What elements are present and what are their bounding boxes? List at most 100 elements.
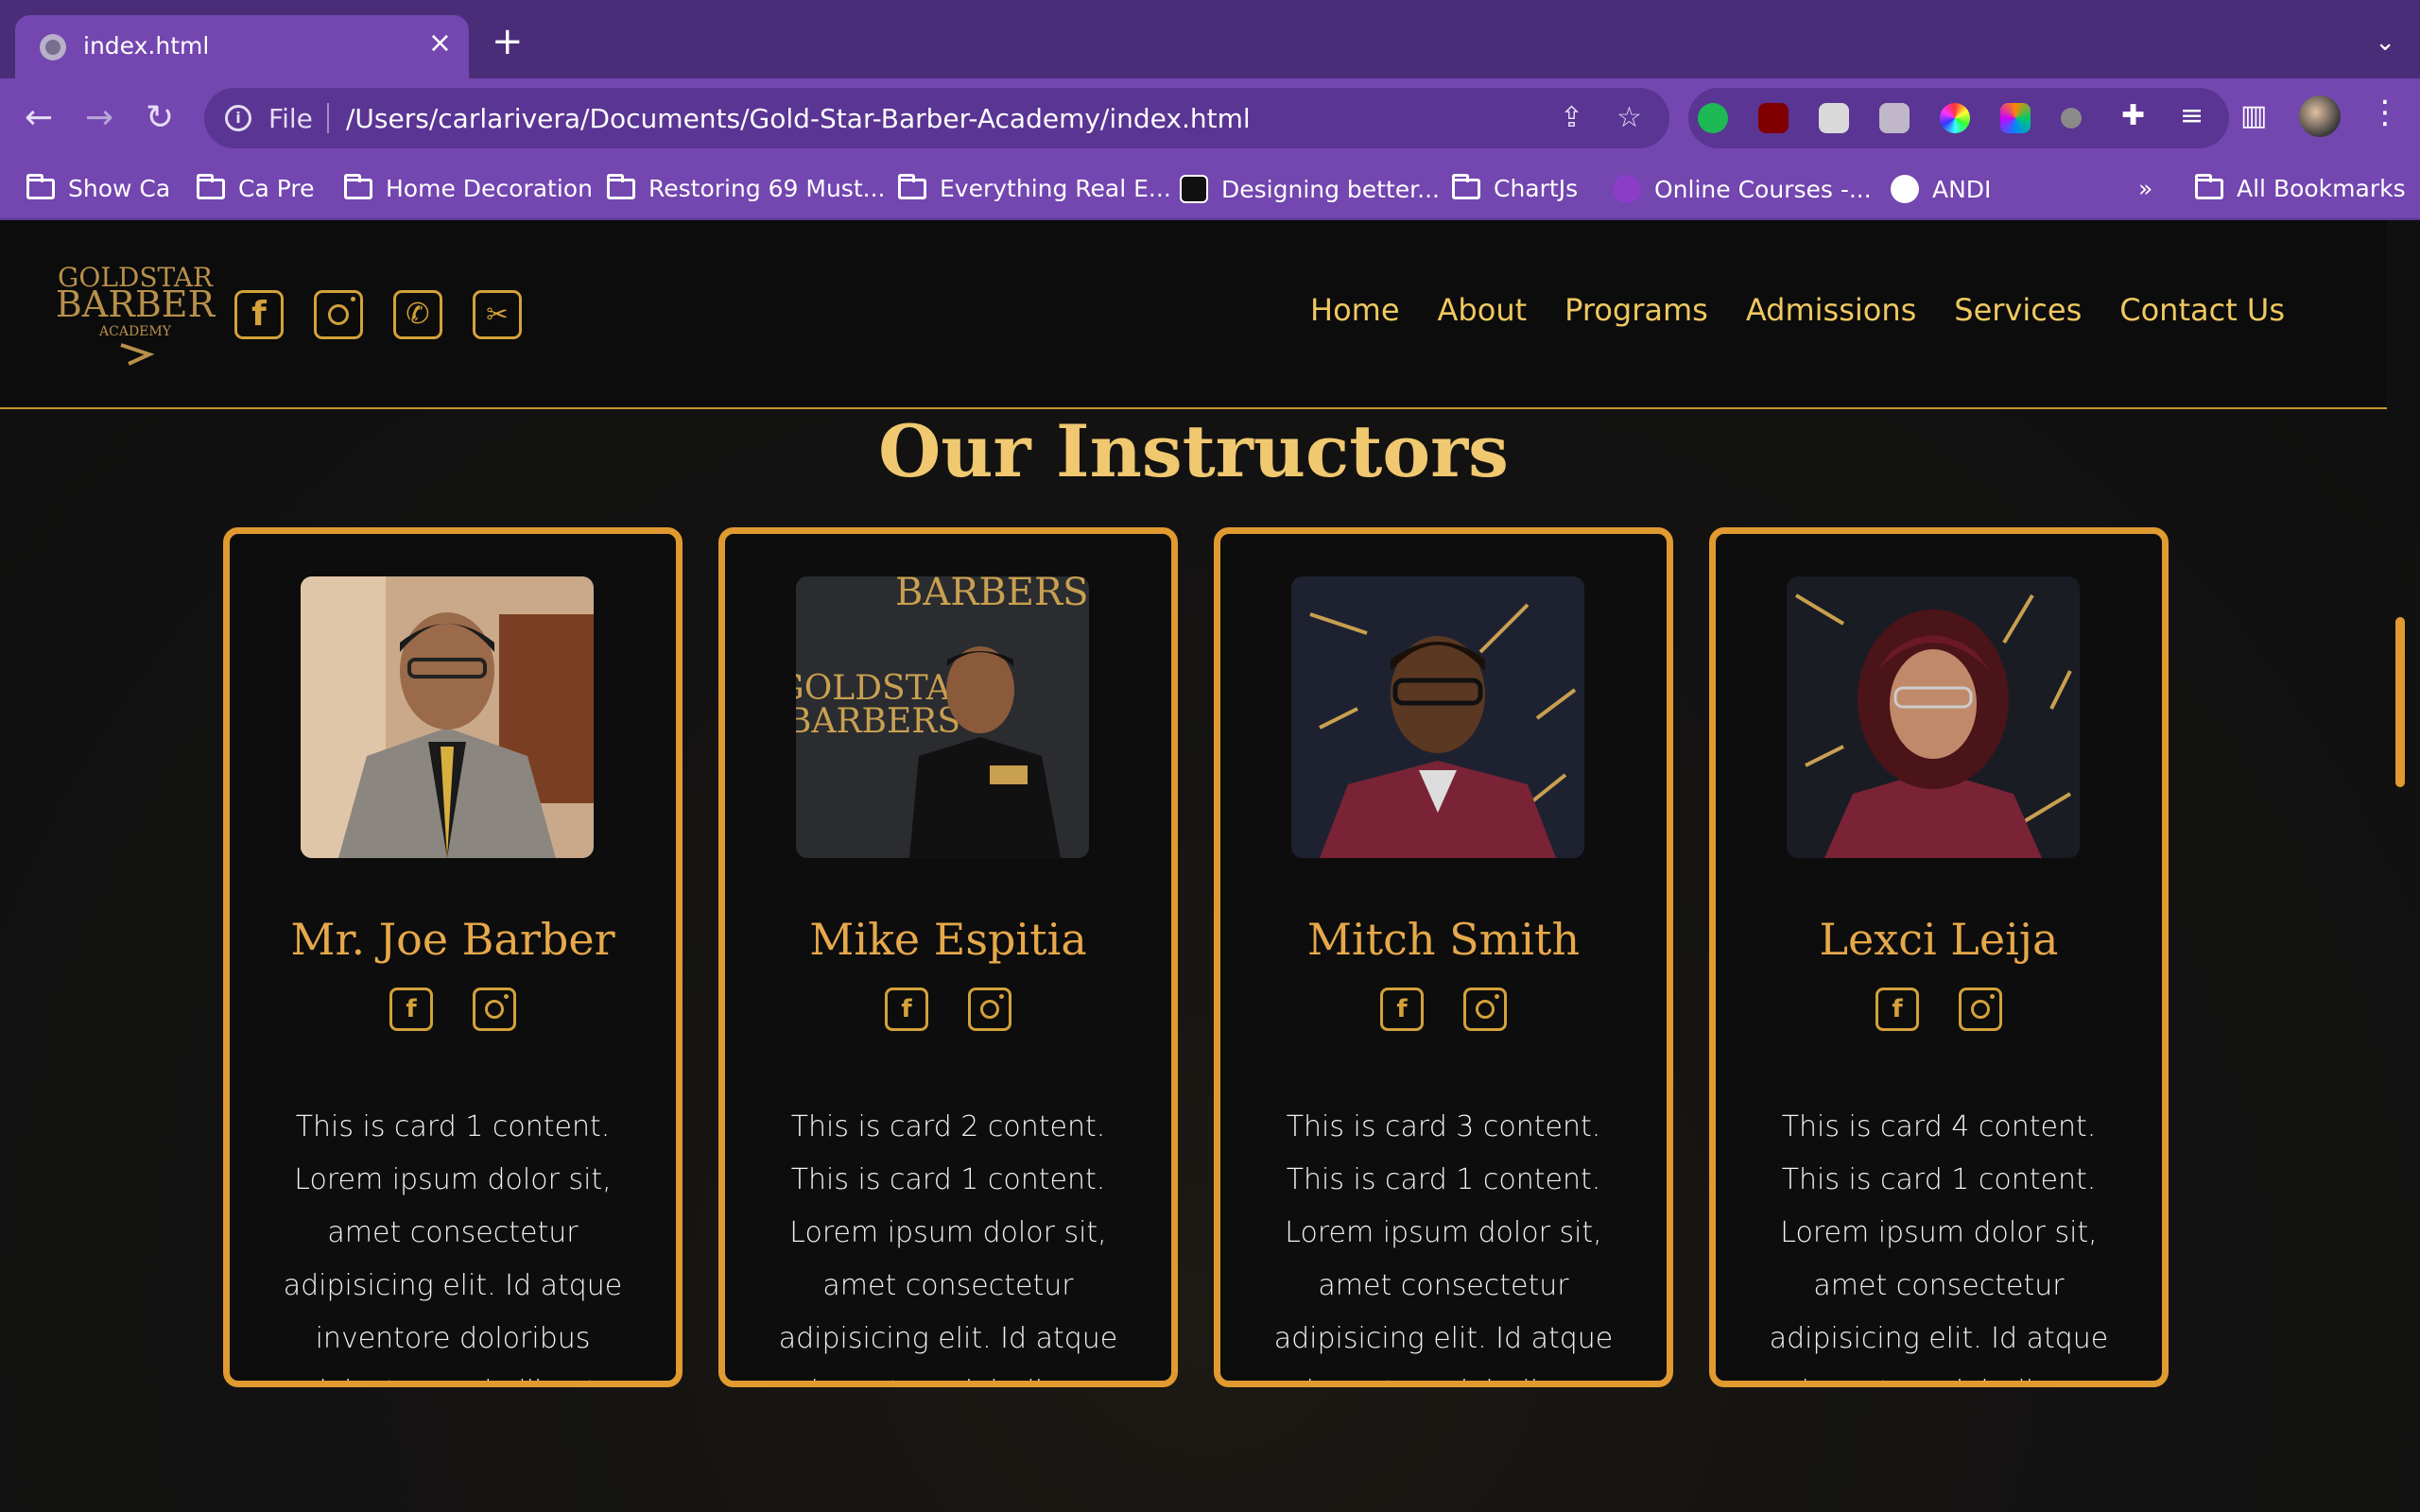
instructor-name: Mike Espitia bbox=[809, 914, 1087, 965]
share-icon[interactable]: ⇪ bbox=[1560, 101, 1583, 134]
instagram-icon[interactable] bbox=[968, 988, 1011, 1031]
nav-contact-us[interactable]: Contact Us bbox=[2119, 292, 2285, 328]
puzzle-icon[interactable]: ✚ bbox=[2121, 99, 2145, 132]
facebook-icon[interactable]: f bbox=[389, 988, 433, 1031]
profile-avatar[interactable] bbox=[2299, 95, 2341, 137]
instructor-social: f bbox=[230, 988, 676, 1031]
back-button[interactable]: ← bbox=[25, 99, 53, 137]
instagram-icon[interactable] bbox=[314, 290, 363, 339]
phone-icon[interactable]: ✆ bbox=[393, 290, 442, 339]
bookmark-item[interactable]: Show Ca bbox=[26, 173, 170, 202]
instructor-name: Lexci Leija bbox=[1819, 914, 2059, 965]
bookmark-item[interactable]: ChartJs bbox=[1452, 173, 1578, 202]
info-icon[interactable]: i bbox=[225, 105, 251, 131]
shield-icon[interactable] bbox=[1819, 103, 1849, 133]
active-tab[interactable]: index.html × bbox=[15, 15, 469, 78]
forward-button[interactable]: → bbox=[85, 99, 113, 137]
bookmark-item[interactable]: Everything Real E... bbox=[898, 173, 1171, 202]
instructor-photo: BARBERS GOLDSTAR BARBERS bbox=[796, 576, 1089, 858]
bookmark-item[interactable]: Home Decoration bbox=[344, 173, 593, 202]
all-bookmarks-button[interactable]: All Bookmarks bbox=[2195, 173, 2406, 202]
instructor-bio: This is card 1 content. Lorem ipsum dolo… bbox=[283, 1110, 623, 1381]
folder-icon bbox=[898, 173, 926, 199]
ublock-icon[interactable] bbox=[1758, 103, 1789, 133]
nav-admissions[interactable]: Admissions bbox=[1746, 292, 1916, 328]
address-bar[interactable]: i File /Users/carlarivera/Documents/Gold… bbox=[204, 88, 1669, 148]
divider bbox=[327, 103, 329, 133]
side-panel-icon[interactable]: ▥ bbox=[2240, 99, 2267, 132]
bookmark-item[interactable]: Ca Pre bbox=[197, 173, 314, 202]
close-tab-icon[interactable]: × bbox=[428, 26, 452, 60]
instructor-photo bbox=[1787, 576, 2080, 858]
media-queue-icon[interactable]: ≡ bbox=[2180, 99, 2204, 132]
tab-title: index.html bbox=[83, 32, 210, 60]
color-wheel-icon[interactable] bbox=[2000, 103, 2031, 133]
instructor-name: Mitch Smith bbox=[1306, 914, 1581, 965]
menu-icon[interactable]: ⋮ bbox=[2369, 94, 2401, 131]
nav-home[interactable]: Home bbox=[1310, 292, 1400, 328]
nav-about[interactable]: About bbox=[1438, 292, 1528, 328]
folder-icon bbox=[26, 173, 55, 199]
instagram-icon[interactable] bbox=[473, 988, 516, 1031]
goldstar-logo[interactable]: GOLDSTAR BARBER ACADEMY bbox=[55, 258, 216, 371]
facebook-icon[interactable]: f bbox=[1876, 988, 1919, 1031]
instructor-social: f bbox=[1220, 988, 1667, 1031]
extensions-area: ✚ bbox=[1688, 88, 2229, 148]
folder-icon bbox=[197, 173, 225, 199]
nav-programs[interactable]: Programs bbox=[1564, 292, 1708, 328]
bookmark-item[interactable]: Restoring 69 Must... bbox=[607, 173, 885, 202]
section-title: Our Instructors bbox=[878, 409, 1509, 493]
instagram-icon[interactable] bbox=[1463, 988, 1507, 1031]
svg-text:ACADEMY: ACADEMY bbox=[98, 324, 172, 339]
instructor-photo bbox=[301, 576, 594, 858]
nav-services[interactable]: Services bbox=[1954, 292, 2082, 328]
bookmark-item[interactable]: ANDI bbox=[1891, 175, 1991, 203]
instructor-card: BARBERS GOLDSTAR BARBERS Mike Espitia f … bbox=[718, 527, 1178, 1387]
instructor-bio: This is card 4 content. This is card 1 c… bbox=[1769, 1110, 2109, 1381]
globe-icon bbox=[1891, 175, 1919, 203]
new-tab-button[interactable]: + bbox=[492, 23, 524, 60]
folder-icon bbox=[2195, 173, 2223, 199]
bookmarks-bar: Show Ca Ca Pre Home Decoration Restoring… bbox=[0, 160, 2420, 220]
clipboard-icon[interactable]: ✂ bbox=[473, 290, 522, 339]
instructor-bio: This is card 3 content. This is card 1 c… bbox=[1273, 1110, 1614, 1381]
svg-text:BARBERS: BARBERS bbox=[895, 576, 1089, 614]
svg-text:BARBERS: BARBERS bbox=[796, 702, 960, 741]
svg-text:BARBER: BARBER bbox=[56, 284, 216, 325]
chevron-down-icon[interactable]: ⌄ bbox=[2375, 28, 2395, 57]
grammarly-icon[interactable] bbox=[1698, 103, 1728, 133]
star-icon[interactable]: ☆ bbox=[1616, 101, 1642, 134]
instructor-social: f bbox=[725, 988, 1171, 1031]
reload-button[interactable]: ↻ bbox=[146, 99, 174, 137]
bookmarks-overflow-button[interactable]: » bbox=[2138, 175, 2152, 202]
facebook-icon[interactable]: f bbox=[234, 290, 284, 339]
page-content: GOLDSTAR BARBER ACADEMY f ✆ ✂ Home About… bbox=[0, 220, 2420, 1512]
instagram-icon[interactable] bbox=[1959, 988, 2002, 1031]
extension-h-icon[interactable] bbox=[1879, 103, 1910, 133]
instructor-bio: This is card 2 content. This is card 1 c… bbox=[778, 1110, 1118, 1381]
instructor-social: f bbox=[1716, 988, 2162, 1031]
extension-dot-icon[interactable] bbox=[2061, 108, 2082, 129]
site-header: GOLDSTAR BARBER ACADEMY f ✆ ✂ Home About… bbox=[0, 220, 2387, 409]
site-icon bbox=[1613, 175, 1641, 203]
globe-icon bbox=[40, 34, 66, 60]
bookmark-item[interactable]: Designing better... bbox=[1180, 175, 1440, 203]
scheme-label: File bbox=[268, 103, 313, 134]
page-scrollbar[interactable] bbox=[2395, 617, 2405, 787]
facebook-icon[interactable]: f bbox=[1380, 988, 1424, 1031]
site-icon bbox=[1180, 175, 1208, 203]
tab-strip: index.html × + ⌄ bbox=[0, 0, 2420, 78]
facebook-icon[interactable]: f bbox=[885, 988, 928, 1031]
instructor-card: Mitch Smith f This is card 3 content. Th… bbox=[1214, 527, 1673, 1387]
instructor-card: Mr. Joe Barber f This is card 1 content.… bbox=[223, 527, 683, 1387]
main-nav: Home About Programs Admissions Services … bbox=[1310, 292, 2285, 328]
folder-icon bbox=[607, 173, 635, 199]
instructor-photo bbox=[1291, 576, 1584, 858]
instructor-card: Lexci Leija f This is card 4 content. Th… bbox=[1709, 527, 2169, 1387]
folder-icon bbox=[1452, 173, 1480, 199]
instructor-name: Mr. Joe Barber bbox=[290, 914, 615, 965]
color-picker-icon[interactable] bbox=[1940, 103, 1970, 133]
bookmark-item[interactable]: Online Courses -... bbox=[1613, 175, 1872, 203]
folder-icon bbox=[344, 173, 372, 199]
url-text[interactable]: /Users/carlarivera/Documents/Gold-Star-B… bbox=[346, 103, 1251, 134]
